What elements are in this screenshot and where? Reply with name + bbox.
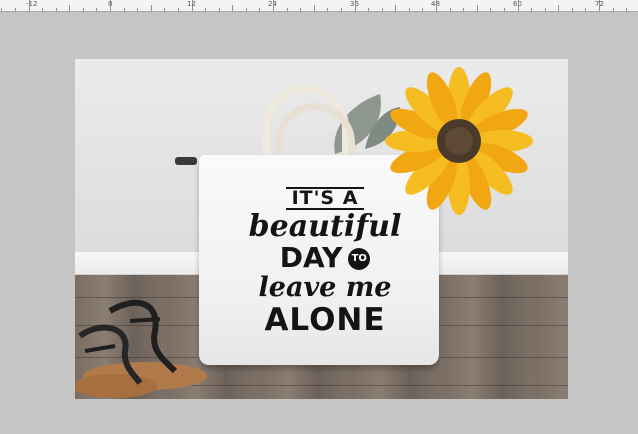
ruler-tick bbox=[313, 5, 315, 11]
ruler-tick bbox=[14, 8, 16, 11]
ruler-tick bbox=[232, 5, 234, 11]
ruler-tick bbox=[164, 8, 166, 11]
ruler-tick bbox=[123, 8, 125, 11]
ruler-tick bbox=[517, 0, 519, 11]
ruler-tick bbox=[490, 8, 492, 11]
ruler-tick bbox=[205, 8, 207, 11]
ruler-tick bbox=[245, 8, 247, 11]
ruler-tick bbox=[1, 8, 3, 11]
quote-to-badge: TO bbox=[348, 248, 371, 270]
mockup-photo[interactable]: IT'S A beautiful DAY TO leave me ALONE bbox=[75, 59, 568, 399]
ruler-tick bbox=[599, 0, 600, 11]
ruler-tick bbox=[422, 8, 424, 11]
ruler-tick bbox=[300, 8, 302, 11]
ruler-tick bbox=[340, 8, 342, 11]
ruler-tick bbox=[585, 8, 587, 11]
ruler-tick bbox=[42, 8, 44, 11]
sandal-icon bbox=[75, 299, 207, 398]
ruler-tick bbox=[463, 8, 465, 11]
ruler-tick bbox=[612, 8, 614, 11]
ruler-tick bbox=[69, 5, 71, 11]
ruler-tick bbox=[503, 8, 505, 11]
sunflower-icon bbox=[385, 67, 533, 215]
ruler-tick bbox=[137, 8, 139, 11]
quote-line-3: DAY TO bbox=[230, 244, 420, 272]
quote-line-4: leave me bbox=[258, 272, 392, 303]
ruler-tick bbox=[327, 8, 329, 11]
ruler-tick bbox=[55, 8, 57, 11]
horizontal-ruler[interactable]: -12 0 12 24 36 48 60 72 bbox=[0, 0, 638, 12]
ruler-tick bbox=[395, 5, 397, 11]
quote-line-1: IT'S A bbox=[285, 187, 365, 210]
ruler-tick bbox=[354, 0, 356, 11]
ruler-tick bbox=[273, 0, 274, 11]
ruler-tick bbox=[96, 8, 98, 11]
ruler-tick bbox=[82, 8, 84, 11]
zipper-pull bbox=[175, 157, 197, 165]
ruler-tick bbox=[259, 8, 261, 11]
ruler-tick bbox=[286, 8, 288, 11]
ruler-tick bbox=[110, 0, 111, 11]
ruler-tick bbox=[436, 0, 437, 11]
ruler-tick bbox=[544, 8, 546, 11]
workspace[interactable]: IT'S A beautiful DAY TO leave me ALONE bbox=[0, 12, 638, 434]
ruler-tick bbox=[177, 8, 179, 11]
ruler-tick bbox=[449, 8, 451, 11]
ruler-tick bbox=[28, 0, 30, 11]
ruler-tick bbox=[368, 8, 370, 11]
ruler-tick bbox=[571, 8, 573, 11]
ruler-tick bbox=[218, 8, 220, 11]
quote-day: DAY bbox=[279, 241, 343, 274]
ruler-tick bbox=[408, 8, 410, 11]
ruler-tick bbox=[381, 8, 383, 11]
ruler-tick bbox=[476, 5, 478, 11]
ruler-tick bbox=[531, 8, 533, 11]
ruler-tick bbox=[558, 5, 560, 11]
ruler-tick bbox=[626, 8, 628, 11]
ruler-tick bbox=[191, 0, 193, 11]
ruler-tick bbox=[150, 5, 152, 11]
quote-line-5: ALONE bbox=[264, 302, 386, 338]
